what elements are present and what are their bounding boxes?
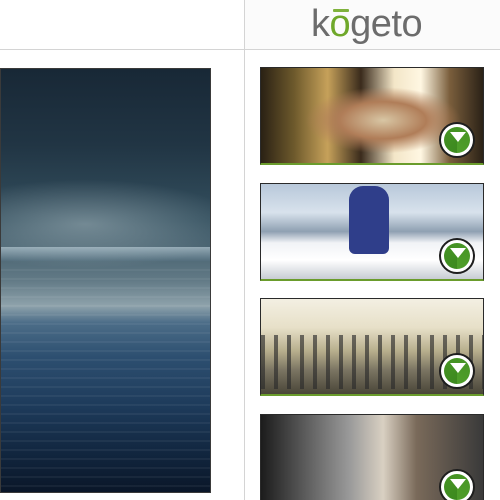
horizon-line bbox=[1, 247, 210, 261]
play-icon-arrow bbox=[450, 248, 466, 258]
ocean-waves bbox=[1, 269, 210, 492]
logo-letter-o: o bbox=[329, 3, 351, 45]
kogeto-logo: k ogeto bbox=[311, 3, 423, 45]
play-icon-arrow bbox=[450, 479, 466, 489]
panoramic-video-viewer[interactable] bbox=[0, 68, 211, 493]
play-icon[interactable] bbox=[439, 122, 475, 158]
play-icon[interactable] bbox=[439, 238, 475, 274]
video-thumbnail-4[interactable] bbox=[260, 414, 484, 500]
video-thumbnail-3[interactable] bbox=[260, 298, 484, 396]
play-icon[interactable] bbox=[439, 353, 475, 389]
video-thumbnail-2[interactable] bbox=[260, 183, 484, 281]
play-icon[interactable] bbox=[439, 469, 475, 500]
logo-macron bbox=[332, 9, 349, 12]
logo-letter-k: k bbox=[311, 3, 330, 45]
video-thumbnail-1[interactable] bbox=[260, 67, 484, 165]
play-icon-arrow bbox=[450, 132, 466, 142]
logo-text-rest: geto bbox=[350, 3, 423, 45]
play-icon-arrow bbox=[450, 363, 466, 373]
thumbnail-person bbox=[349, 186, 389, 254]
app-window: k ogeto bbox=[0, 0, 500, 500]
left-header bbox=[0, 0, 244, 50]
right-header: k ogeto bbox=[245, 0, 500, 50]
panel-divider bbox=[244, 0, 245, 500]
